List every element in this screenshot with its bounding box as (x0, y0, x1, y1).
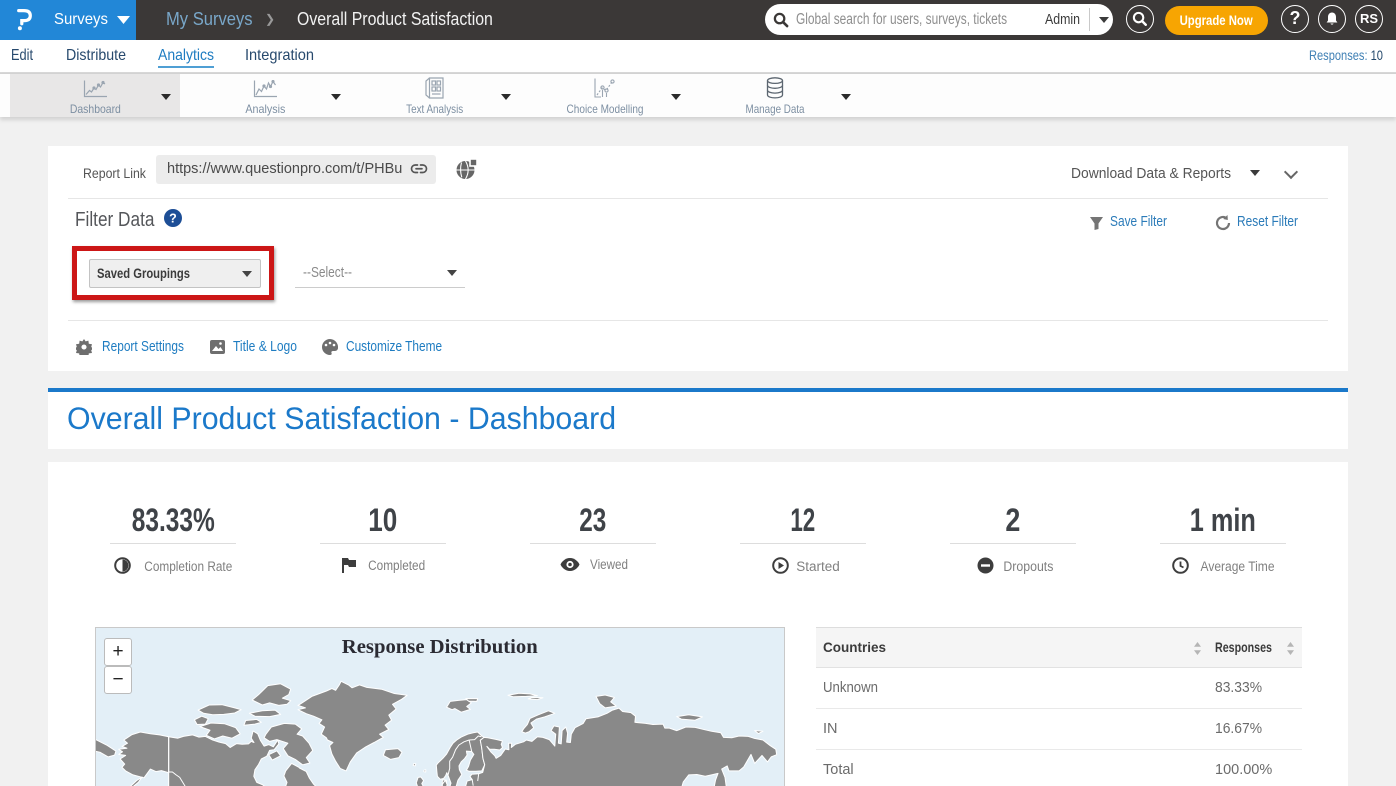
svg-text:?: ? (169, 212, 177, 226)
